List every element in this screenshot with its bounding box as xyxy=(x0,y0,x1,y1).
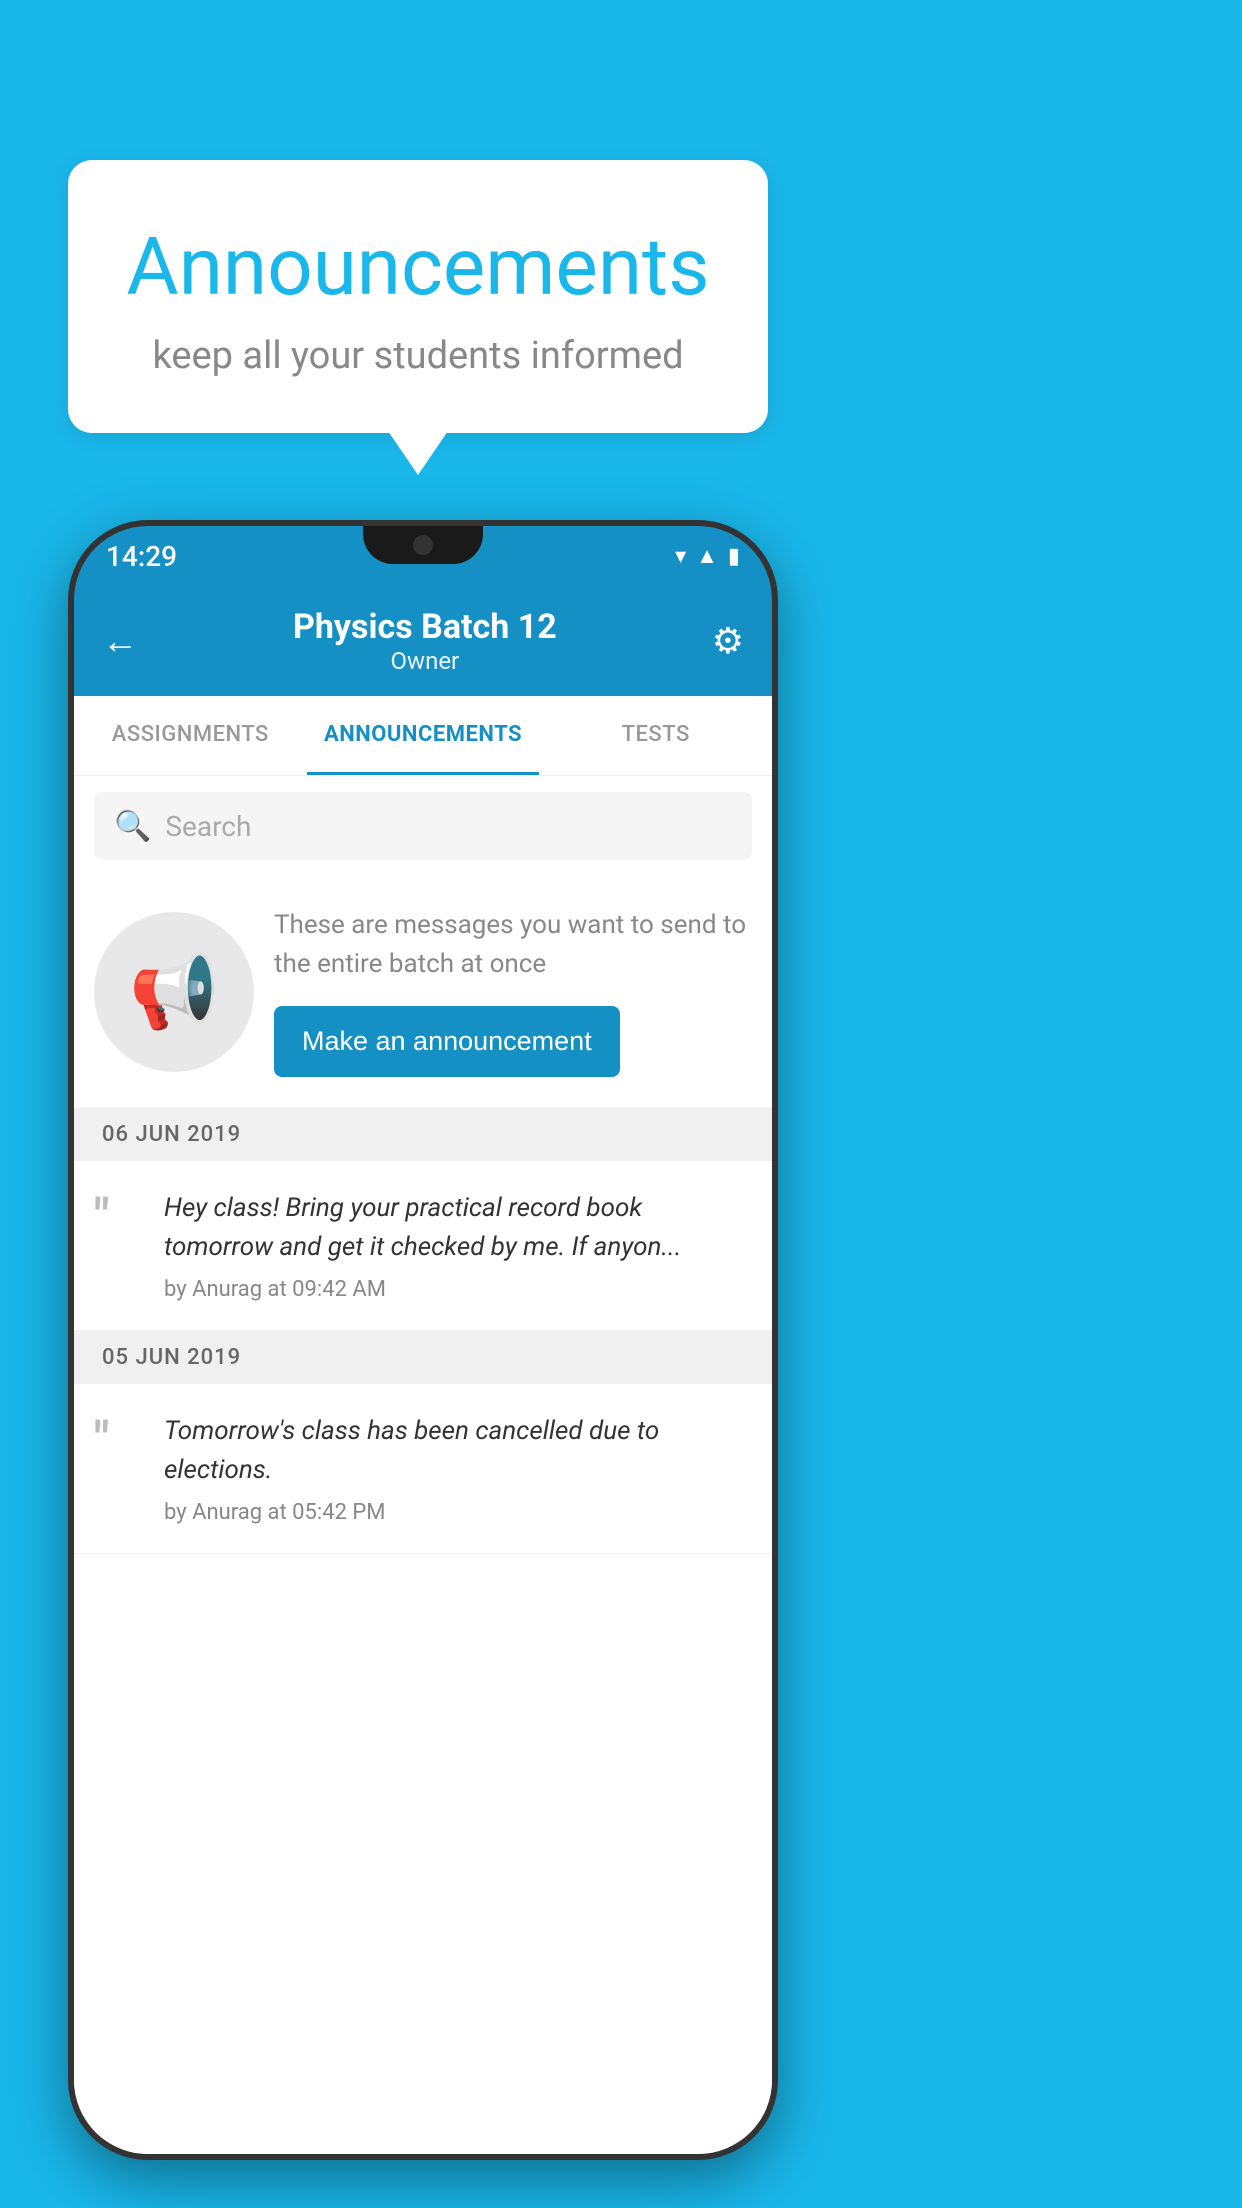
promo-text: These are messages you want to send to t… xyxy=(274,906,752,984)
back-button[interactable]: ← xyxy=(102,620,138,662)
tabs-container: ASSIGNMENTS ANNOUNCEMENTS TESTS xyxy=(74,696,772,776)
announcement-text-2: Tomorrow's class has been cancelled due … xyxy=(164,1412,752,1490)
date-separator-2: 05 JUN 2019 xyxy=(74,1331,772,1384)
settings-icon[interactable]: ⚙ xyxy=(712,620,744,662)
announcement-content-2: Tomorrow's class has been cancelled due … xyxy=(164,1412,752,1525)
search-placeholder: Search xyxy=(165,810,251,843)
wifi-icon: ▾ xyxy=(675,544,686,569)
tab-assignments[interactable]: ASSIGNMENTS xyxy=(74,696,307,775)
search-container: 🔍 Search xyxy=(74,776,772,876)
phone-frame: 14:29 ▾ ▲ ▮ ← Physics Batch 12 Owner ⚙ A… xyxy=(68,520,778,2160)
announcement-content-1: Hey class! Bring your practical record b… xyxy=(164,1189,752,1302)
status-time: 14:29 xyxy=(106,540,177,573)
tab-tests[interactable]: TESTS xyxy=(539,696,772,775)
app-header: ← Physics Batch 12 Owner ⚙ xyxy=(74,586,772,696)
tab-announcements[interactable]: ANNOUNCEMENTS xyxy=(307,696,540,775)
search-bar[interactable]: 🔍 Search xyxy=(94,792,752,860)
battery-icon: ▮ xyxy=(728,544,740,569)
date-separator-1: 06 JUN 2019 xyxy=(74,1108,772,1161)
phone-notch xyxy=(363,526,483,564)
phone-power-button xyxy=(772,886,778,1016)
make-announcement-button[interactable]: Make an announcement xyxy=(274,1006,620,1077)
announcement-meta-1: by Anurag at 09:42 AM xyxy=(164,1277,752,1302)
promo-right: These are messages you want to send to t… xyxy=(274,906,752,1077)
announcement-item-1[interactable]: " Hey class! Bring your practical record… xyxy=(74,1161,772,1331)
phone-content: ASSIGNMENTS ANNOUNCEMENTS TESTS 🔍 Search xyxy=(74,696,772,2154)
announcement-item-2[interactable]: " Tomorrow's class has been cancelled du… xyxy=(74,1384,772,1554)
quote-icon-2: " xyxy=(94,1416,144,1464)
phone-volume-down-button xyxy=(68,946,74,1026)
announcement-text-1: Hey class! Bring your practical record b… xyxy=(164,1189,752,1267)
content-area: 🔍 Search 📢 These are messages you want t… xyxy=(74,776,772,2154)
search-icon: 🔍 xyxy=(114,809,151,844)
speech-bubble-container: Announcements keep all your students inf… xyxy=(68,160,768,433)
megaphone-icon: 📢 xyxy=(129,949,219,1034)
speech-bubble-title: Announcements xyxy=(118,220,718,314)
status-icons: ▾ ▲ ▮ xyxy=(675,543,740,569)
header-subtitle: Owner xyxy=(293,647,557,675)
speech-bubble-subtitle: keep all your students informed xyxy=(118,334,718,378)
header-title-group: Physics Batch 12 Owner xyxy=(293,607,557,675)
announcement-promo: 📢 These are messages you want to send to… xyxy=(74,876,772,1108)
speech-bubble: Announcements keep all your students inf… xyxy=(68,160,768,433)
phone-volume-up-button xyxy=(68,826,74,906)
announcement-meta-2: by Anurag at 05:42 PM xyxy=(164,1500,752,1525)
front-camera xyxy=(413,535,433,555)
megaphone-circle: 📢 xyxy=(94,912,254,1072)
quote-icon-1: " xyxy=(94,1193,144,1241)
signal-icon: ▲ xyxy=(696,543,718,569)
header-title: Physics Batch 12 xyxy=(293,607,557,647)
status-bar: 14:29 ▾ ▲ ▮ xyxy=(74,526,772,586)
